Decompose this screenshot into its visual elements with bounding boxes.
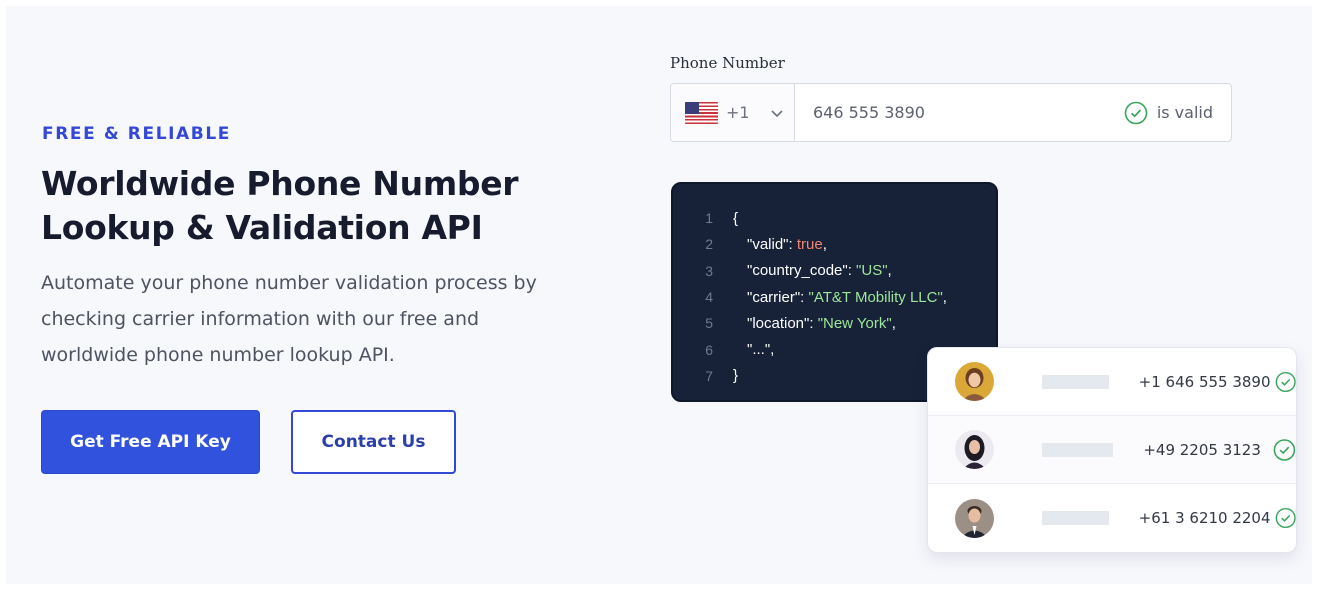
line-number: 3 [705, 262, 713, 279]
valid-text: is valid [1156, 103, 1213, 122]
phone-number-field: +1 is valid [670, 83, 1232, 142]
get-api-key-button[interactable]: Get Free API Key [41, 410, 260, 474]
name-placeholder [1042, 374, 1109, 389]
phone-number-input[interactable] [795, 84, 1124, 141]
phone-number: +1 646 555 3890 [1138, 372, 1271, 391]
avatar [955, 430, 994, 469]
json-key: "valid": [747, 235, 797, 253]
dial-code: +1 [726, 103, 750, 122]
chevron-down-icon [771, 109, 783, 117]
page-title: Worldwide Phone Number Lookup & Validati… [41, 162, 561, 250]
code-line: 5 "location": "New York", [673, 310, 996, 336]
country-code-select[interactable]: +1 [671, 84, 795, 141]
phone-number: +49 2205 3123 [1143, 440, 1261, 459]
code-line: 3 "country_code": "US", [673, 258, 996, 284]
us-flag-icon [685, 101, 718, 124]
json-punct: , [887, 262, 892, 280]
headline-line-2: Lookup & Validation API [41, 208, 483, 247]
code-text: "country_code": "US", [747, 262, 892, 279]
line-number: 2 [705, 236, 713, 253]
phone-number-label: Phone Number [670, 54, 785, 72]
line-number: 7 [705, 367, 713, 384]
code-text: "location": "New York", [747, 315, 896, 332]
check-circle-icon [1124, 101, 1148, 124]
json-value: true [796, 235, 823, 253]
line-number: 4 [705, 289, 713, 306]
check-circle-icon [1275, 507, 1296, 529]
description-line-2: checking carrier information with our fr… [41, 308, 480, 330]
code-text: { [733, 209, 739, 227]
avatar [955, 362, 994, 401]
list-item: +1 646 555 3890 [928, 348, 1296, 416]
eyebrow-label: FREE & RELIABLE [42, 124, 232, 144]
code-text: } [733, 367, 739, 385]
json-key: "carrier": [747, 288, 809, 306]
line-number: 1 [705, 210, 713, 227]
description-line-3: worldwide phone number lookup API. [41, 344, 395, 366]
check-circle-icon [1275, 371, 1296, 392]
json-key: "location": [747, 314, 818, 332]
name-placeholder [1042, 511, 1109, 525]
validation-status: is valid [1124, 101, 1231, 125]
lookup-results-card: +1 646 555 3890 +49 2205 3123 +61 3 6210… [927, 347, 1297, 553]
json-punct: , [822, 235, 827, 253]
list-item: +49 2205 3123 [928, 416, 1296, 484]
headline-line-1: Worldwide Phone Number [41, 164, 519, 203]
json-value: "US" [856, 262, 888, 280]
code-text: "...", [747, 341, 775, 359]
code-line: 2 "valid": true, [673, 231, 996, 257]
json-punct: , [942, 288, 947, 306]
code-text: "valid": true, [747, 236, 827, 253]
hero-description: Automate your phone number validation pr… [41, 265, 581, 373]
name-placeholder [1042, 442, 1114, 457]
list-item: +61 3 6210 2204 [928, 484, 1296, 552]
contact-us-button[interactable]: Contact Us [291, 410, 456, 474]
json-punct: , [891, 314, 896, 332]
json-key: "country_code": [747, 262, 857, 280]
json-value: "AT&T Mobility LLC" [808, 288, 943, 306]
avatar [955, 498, 994, 538]
check-circle-icon [1273, 438, 1296, 461]
description-line-1: Automate your phone number validation pr… [41, 272, 537, 294]
code-text: "carrier": "AT&T Mobility LLC", [747, 289, 947, 306]
code-line: 1 { [673, 205, 996, 231]
phone-number: +61 3 6210 2204 [1138, 509, 1271, 527]
line-number: 6 [705, 341, 713, 358]
json-value: "New York" [817, 314, 892, 332]
code-line: 4 "carrier": "AT&T Mobility LLC", [673, 284, 996, 310]
line-number: 5 [705, 315, 713, 332]
